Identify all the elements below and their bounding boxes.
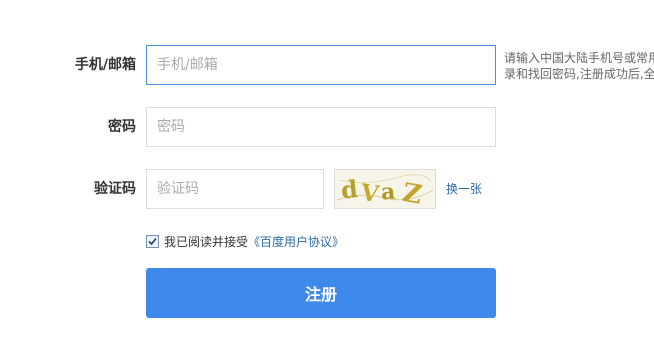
agreement-row: 我已阅读并接受 《百度用户协议》	[146, 232, 344, 250]
phone-label: 手机/邮箱	[74, 57, 136, 73]
phone-email-input[interactable]	[146, 45, 496, 85]
check-icon	[148, 237, 157, 245]
captcha-char-1: d	[339, 174, 359, 205]
refresh-captcha-link[interactable]: 换一张	[446, 180, 482, 198]
captcha-char-4: Z	[400, 178, 424, 208]
password-label: 密码	[108, 119, 136, 135]
phone-hint-line-2: 录和找回密码,注册成功后,全	[504, 67, 654, 81]
phone-hint-line-1: 请输入中国大陆手机号或常用	[504, 51, 654, 65]
user-agreement-link[interactable]: 《百度用户协议》	[248, 233, 344, 250]
agreement-text: 我已阅读并接受	[164, 234, 249, 249]
captcha-char-3: a	[380, 179, 396, 206]
captcha-label: 验证码	[94, 181, 136, 197]
password-input[interactable]	[146, 107, 496, 147]
captcha-graphic: d V a Z	[336, 174, 434, 208]
phone-hint: 请输入中国大陆手机号或常用 录和找回密码,注册成功后,全	[504, 50, 654, 82]
captcha-input[interactable]	[146, 169, 324, 209]
agreement-checkbox[interactable]	[146, 234, 159, 248]
register-button[interactable]: 注册	[146, 268, 496, 318]
captcha-char-2: V	[358, 179, 382, 208]
captcha-image[interactable]: d V a Z	[334, 169, 436, 209]
